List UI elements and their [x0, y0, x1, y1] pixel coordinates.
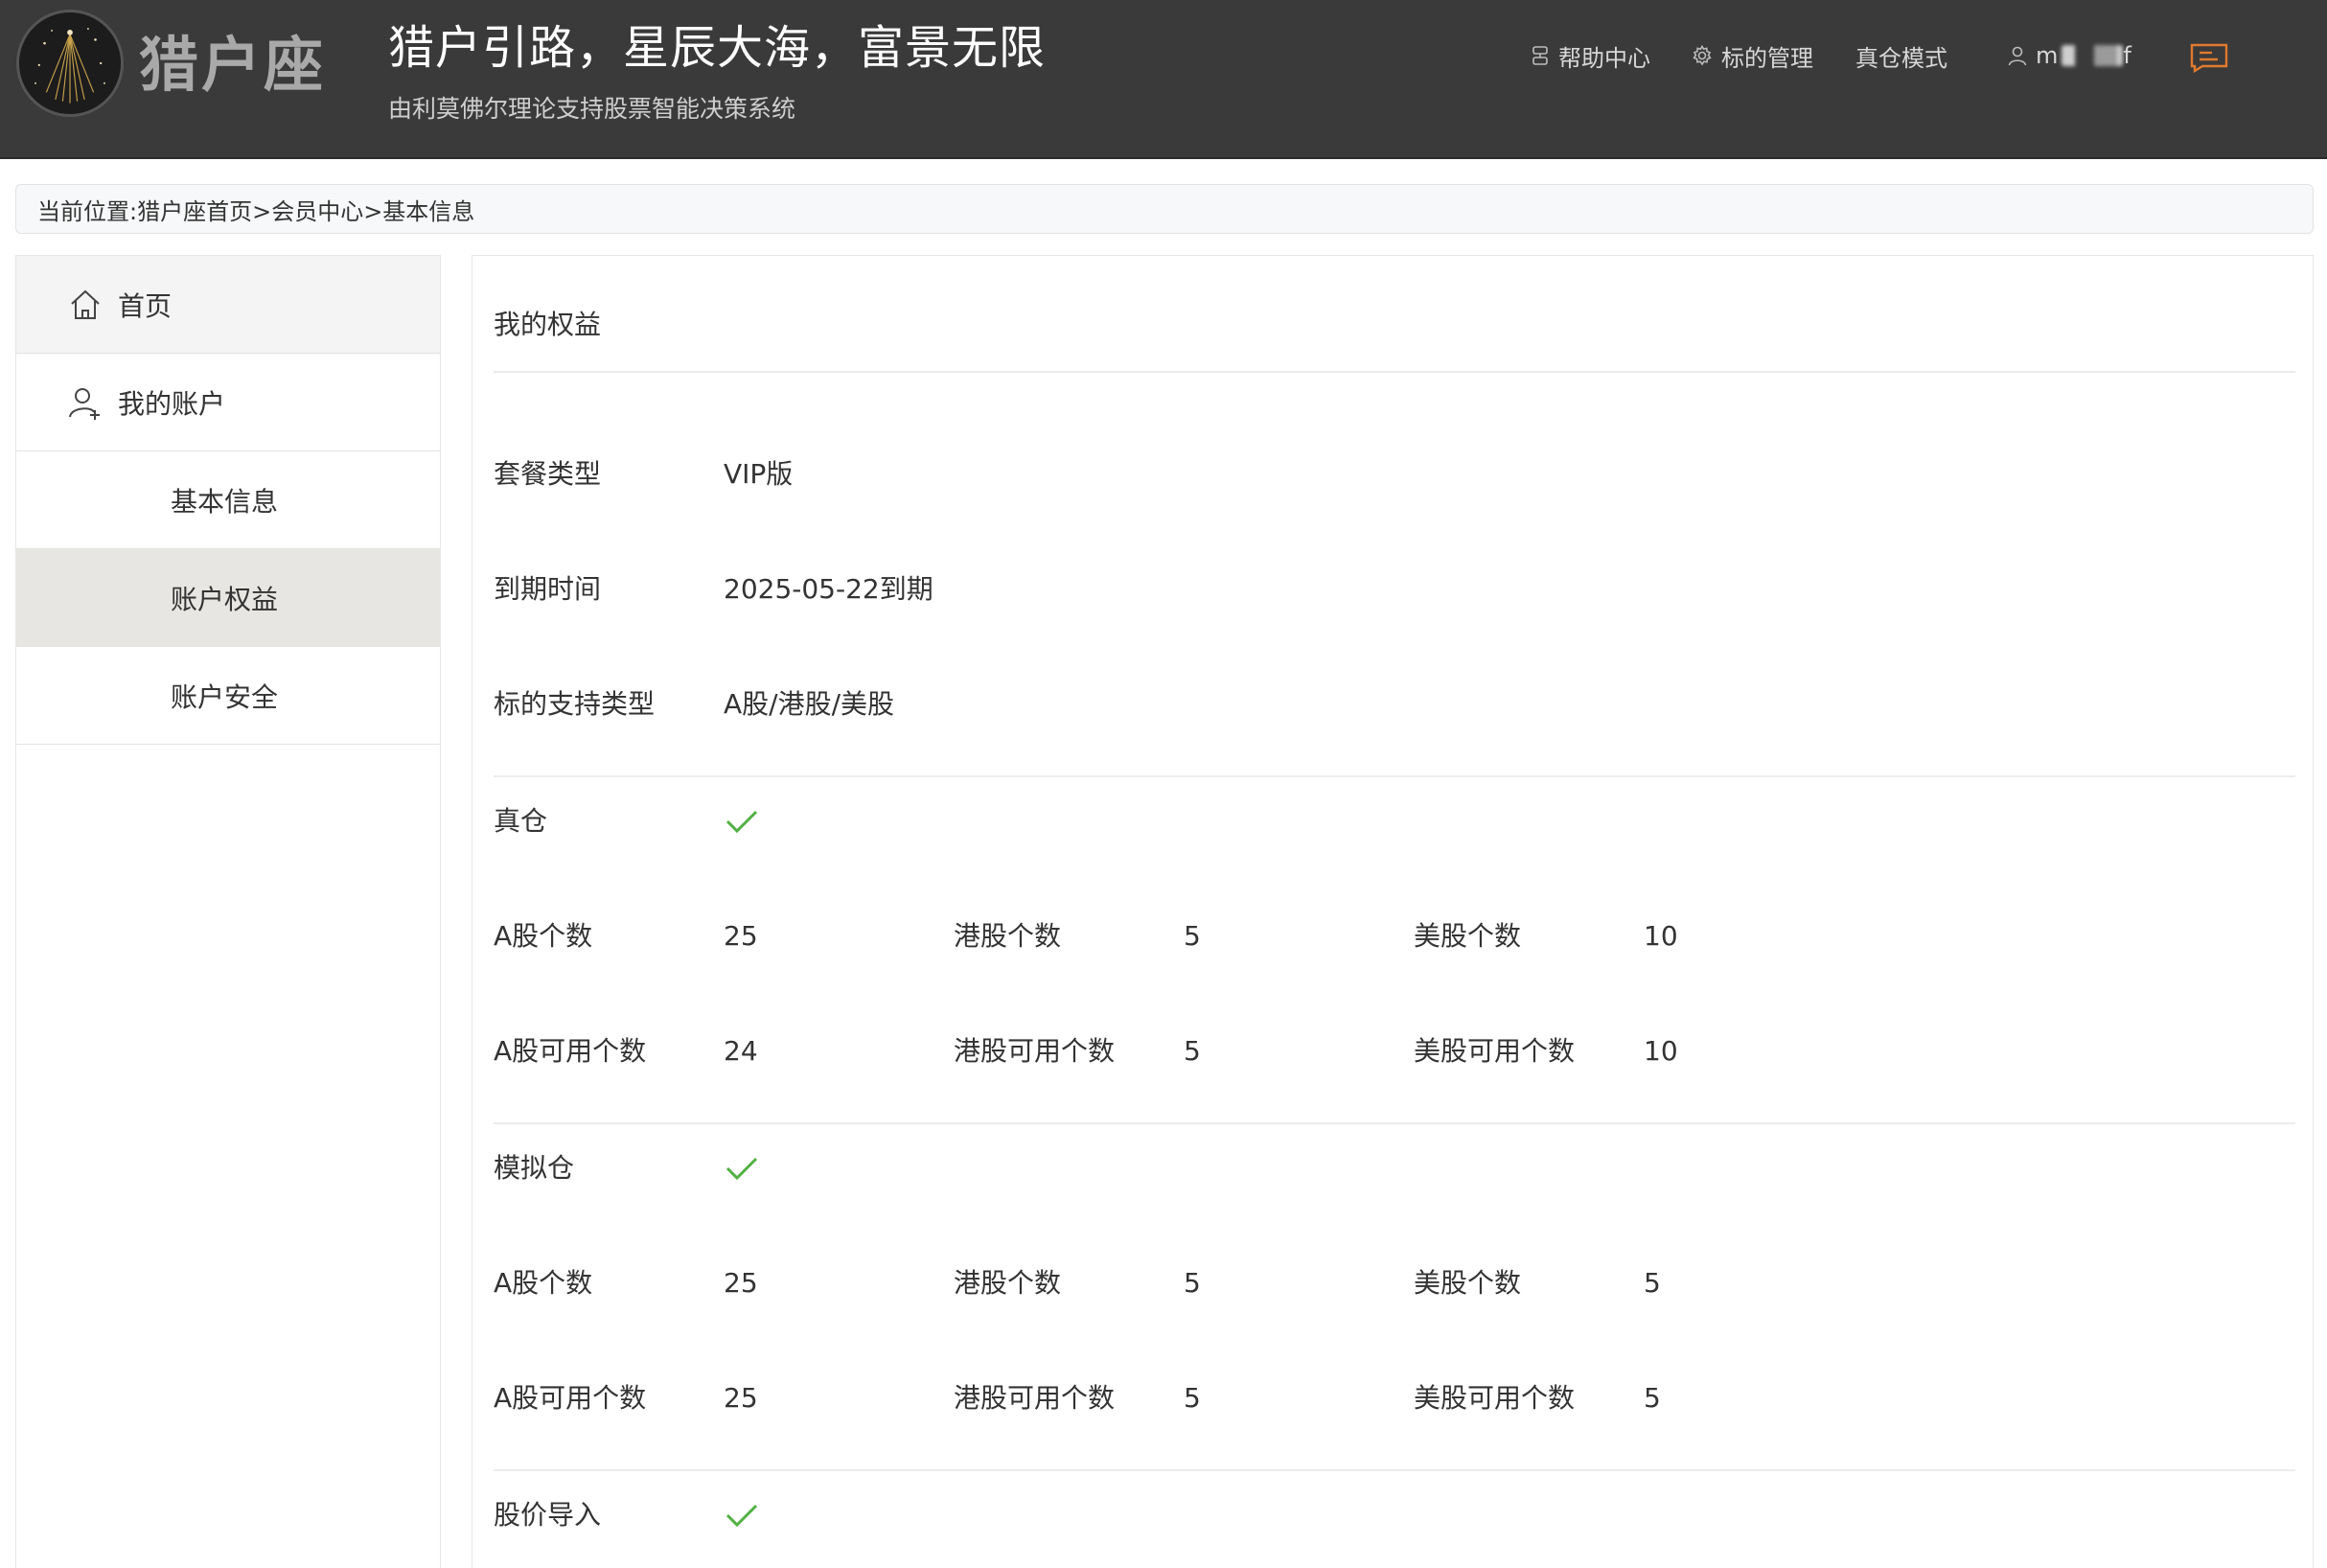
sim-hk-avail: 5: [1184, 1382, 1201, 1414]
target-manage-label: 标的管理: [1721, 44, 1813, 72]
sidebar-item-account-security[interactable]: 账户安全: [16, 647, 440, 745]
package-label: 套餐类型: [494, 458, 602, 490]
real-hk-avail-label: 港股可用个数: [954, 1035, 1116, 1067]
sim-hk-avail-label: 港股可用个数: [954, 1382, 1116, 1414]
message-icon: [2189, 42, 2229, 73]
panel-title: 我的权益: [494, 309, 602, 340]
real-mode-link[interactable]: 真仓模式: [1855, 36, 1947, 75]
expire-label: 到期时间: [494, 573, 602, 605]
user-plus-icon: [66, 383, 104, 422]
check-icon: [724, 1149, 760, 1198]
real-hk-count: 5: [1184, 920, 1201, 952]
sim-a-avail-label: A股可用个数: [494, 1382, 647, 1414]
sidebar-item-account-rights[interactable]: 账户权益: [16, 549, 440, 647]
sub-slogan: 由利莫佛尔理论支持股票智能决策系统: [388, 95, 796, 123]
check-icon: [724, 802, 760, 851]
real-us-avail: 10: [1644, 1035, 1678, 1067]
help-center-link[interactable]: 帮助中心: [1530, 36, 1650, 75]
real-a-avail-label: A股可用个数: [494, 1035, 647, 1067]
divider: [494, 1122, 2295, 1124]
rights-panel: 我的权益 套餐类型 VIP版 到期时间 2025-05-22到期 标的支持类型 …: [472, 255, 2314, 1568]
real-us-count-label: 美股个数: [1414, 920, 1522, 952]
sim-us-avail-label: 美股可用个数: [1414, 1382, 1576, 1414]
sidebar: 首页 我的账户 基本信息 账户权益 账户安全: [15, 255, 441, 1568]
real-a-avail: 24: [724, 1035, 758, 1067]
expire-value: 2025-05-22到期: [724, 573, 933, 605]
home-icon: [66, 286, 104, 324]
target-manage-link[interactable]: 标的管理: [1691, 36, 1813, 75]
username-suffix: f: [2123, 42, 2131, 69]
sidebar-item-home[interactable]: 首页: [16, 256, 440, 354]
sim-hk-count-label: 港股个数: [954, 1267, 1062, 1299]
username-redacted: [2062, 45, 2124, 66]
help-icon: [1530, 45, 1551, 66]
sidebar-item-label: 我的账户: [118, 387, 226, 420]
user-icon: [2007, 45, 2028, 66]
support-label: 标的支持类型: [494, 688, 656, 720]
message-button[interactable]: [2189, 38, 2237, 77]
sidebar-item-basic-info[interactable]: 基本信息: [16, 451, 440, 549]
support-value: A股/港股/美股: [724, 688, 895, 720]
top-header: 猎户座 猎户引路，星辰大海，富景无限 由利莫佛尔理论支持股票智能决策系统 帮助中…: [0, 0, 2327, 159]
brand-name: 猎户座: [139, 30, 327, 100]
sim-a-count-label: A股个数: [494, 1267, 593, 1299]
username-prefix: m: [2036, 42, 2059, 69]
logo-star-icon: [19, 12, 121, 114]
sim-us-count-label: 美股个数: [1414, 1267, 1522, 1299]
page-slogan: 猎户引路，星辰大海，富景无限: [388, 21, 1047, 75]
real-hk-avail: 5: [1184, 1035, 1201, 1067]
real-mode-label: 真仓模式: [1855, 44, 1947, 72]
check-icon: [724, 1496, 760, 1545]
sim-a-avail: 25: [724, 1382, 758, 1414]
gear-icon: [1691, 44, 1714, 67]
sim-a-count: 25: [724, 1267, 758, 1299]
real-us-avail-label: 美股可用个数: [1414, 1035, 1576, 1067]
divider: [494, 775, 2295, 777]
sim-hk-count: 5: [1184, 1267, 1201, 1299]
sidebar-item-label: 账户安全: [171, 680, 279, 713]
sidebar-item-label: 基本信息: [171, 485, 279, 518]
real-a-count: 25: [724, 920, 758, 952]
package-value: VIP版: [724, 458, 794, 490]
real-hk-count-label: 港股个数: [954, 920, 1062, 952]
divider: [494, 371, 2295, 373]
real-label: 真仓: [494, 805, 548, 837]
import-label: 股价导入: [494, 1499, 602, 1531]
logo[interactable]: [16, 10, 124, 117]
help-center-label: 帮助中心: [1558, 44, 1650, 72]
user-menu[interactable]: m f: [2007, 36, 2131, 75]
sidebar-item-label: 账户权益: [171, 583, 279, 615]
divider: [494, 1469, 2295, 1471]
sidebar-item-my-account[interactable]: 我的账户: [16, 354, 440, 451]
sidebar-item-label: 首页: [118, 289, 173, 322]
sim-label: 模拟仓: [494, 1152, 575, 1184]
breadcrumb: 当前位置:猎户座首页>会员中心>基本信息: [15, 184, 2314, 234]
real-us-count: 10: [1644, 920, 1678, 952]
sim-us-count: 5: [1644, 1267, 1661, 1299]
real-a-count-label: A股个数: [494, 920, 593, 952]
sim-us-avail: 5: [1644, 1382, 1661, 1414]
